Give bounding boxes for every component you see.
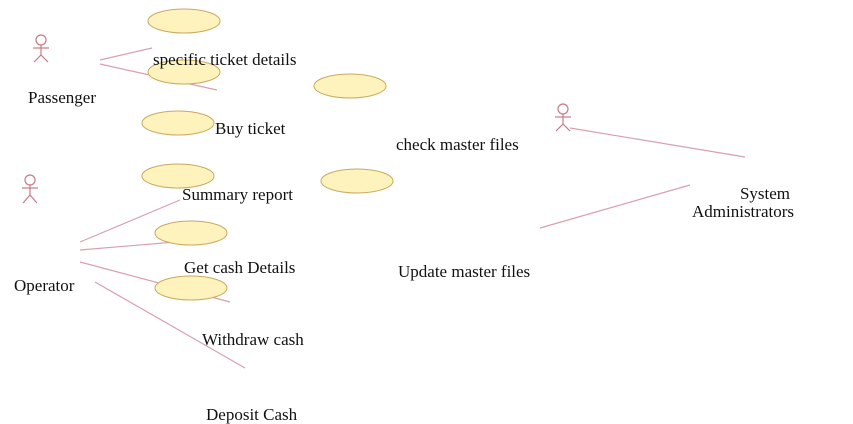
actor-label-operator: Operator — [14, 276, 75, 295]
usecase-label-specific-ticket-details: specific ticket details — [153, 50, 297, 69]
association-admin-check-master — [569, 127, 746, 158]
usecase-label-summary-report: Summary report — [182, 185, 293, 204]
usecase-ellipse-3 — [313, 73, 387, 99]
actor-label-administrators: Administrators — [692, 202, 794, 221]
actor-label-passenger: Passenger — [28, 88, 96, 107]
actor-label-system: System — [739, 184, 791, 203]
association-admin-update-master — [539, 184, 691, 229]
usecase-ellipse-8 — [154, 275, 228, 301]
usecase-ellipse-4 — [141, 110, 215, 136]
usecase-ellipse-6 — [320, 168, 394, 194]
usecase-ellipse-1 — [147, 8, 221, 34]
association-operator-get-cash — [79, 241, 176, 251]
usecase-ellipse-7 — [154, 220, 228, 246]
usecase-label-withdraw-cash: Withdraw cash — [202, 330, 304, 349]
usecase-label-get-cash-details: Get cash Details — [184, 258, 296, 277]
usecase-label-deposit-cash: Deposit Cash — [206, 405, 298, 424]
system-administrators-actor-icon — [555, 103, 571, 132]
associations — [79, 47, 746, 369]
operator-actor-icon — [22, 174, 38, 204]
association-passenger-specific-ticket — [99, 47, 153, 61]
usecase-label-check-master-files: check master files — [396, 135, 519, 154]
passenger-actor-icon — [33, 34, 49, 63]
usecase-label-update-master-files: Update master files — [398, 262, 531, 281]
usecase-label-buy-ticket: Buy ticket — [215, 119, 286, 138]
